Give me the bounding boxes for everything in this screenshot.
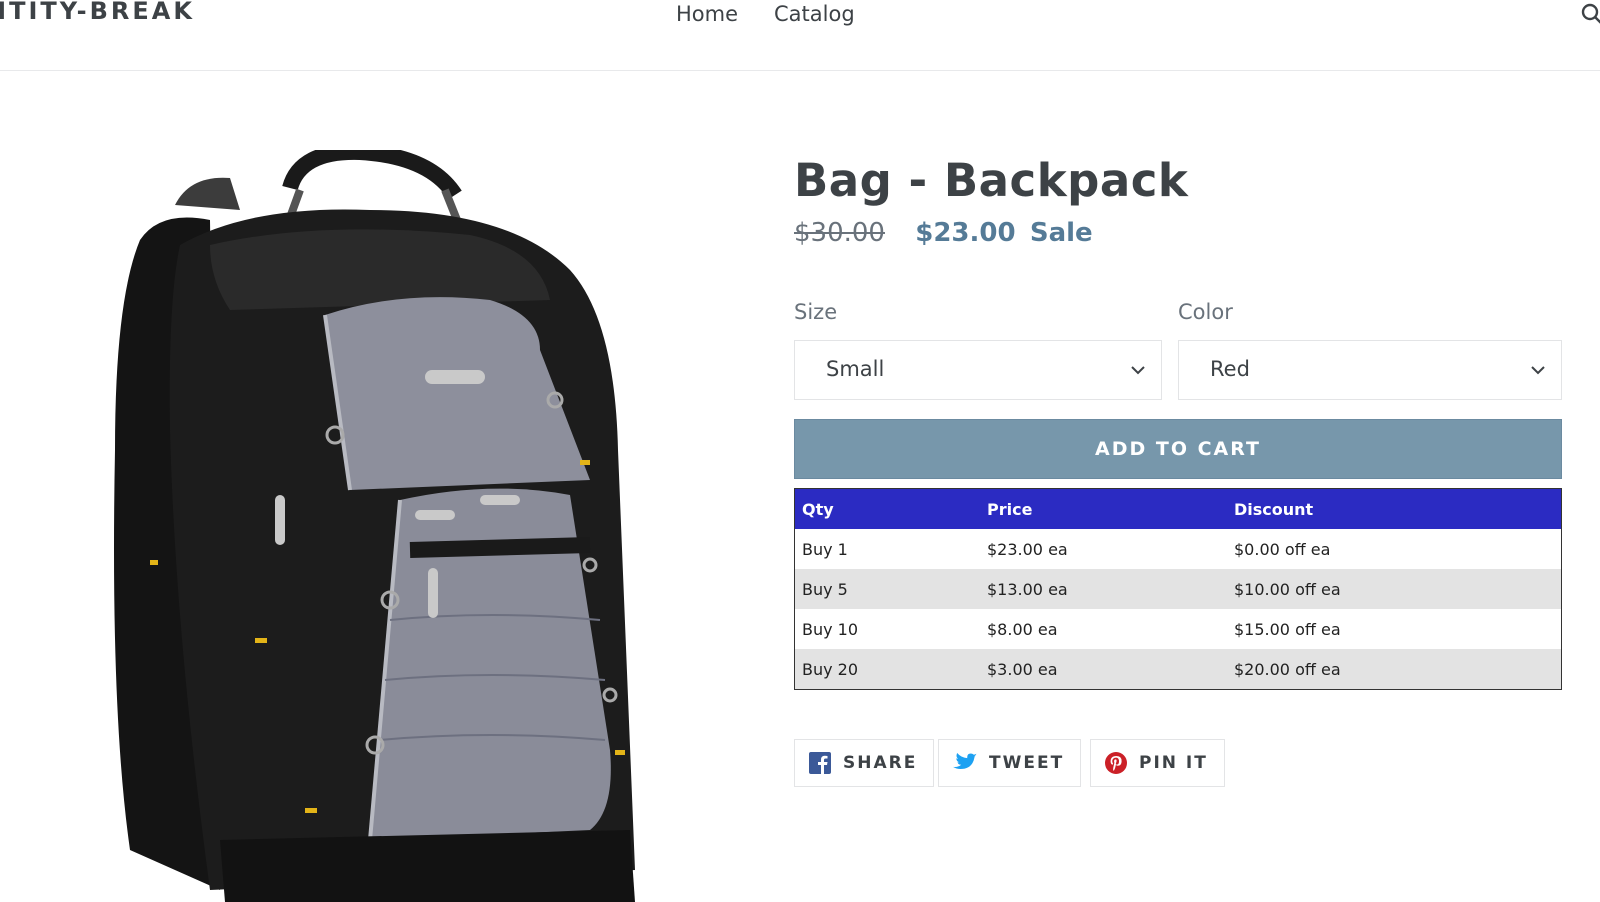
size-select-value: Small: [826, 357, 885, 381]
table-header-row: Qty Price Discount: [794, 488, 1562, 529]
color-label: Color: [1178, 300, 1233, 324]
qty-cell: Buy 1: [802, 539, 848, 559]
chevron-down-icon: [1131, 366, 1145, 375]
share-label: SHARE: [843, 753, 918, 773]
pin-it-button[interactable]: PIN IT: [1090, 739, 1225, 787]
site-logo[interactable]: NTITY-BREAK: [0, 0, 195, 25]
original-price: $30.00: [794, 218, 885, 248]
pin-it-label: PIN IT: [1139, 753, 1208, 773]
table-row: Buy 5 $13.00 ea $10.00 off ea: [794, 569, 1562, 609]
sale-label: Sale: [1029, 218, 1093, 248]
site-header: NTITY-BREAK Home Catalog: [0, 0, 1600, 71]
nav-home-link[interactable]: Home: [676, 0, 738, 28]
tweet-button[interactable]: TWEET: [938, 739, 1082, 787]
price-cell: $3.00 ea: [980, 649, 1227, 690]
twitter-icon: [953, 753, 977, 769]
table-row: Buy 1 $23.00 ea $0.00 off ea: [795, 529, 1562, 569]
sale-price: $23.00: [915, 218, 1016, 248]
column-header-qty: Qty: [794, 488, 980, 529]
search-icon[interactable]: [1580, 2, 1600, 26]
price-cell: $23.00 ea: [987, 539, 1068, 559]
table-row: Buy 10 $8.00 ea $15.00 off ea: [795, 609, 1562, 649]
size-select[interactable]: Small: [794, 340, 1162, 400]
color-select-value: Red: [1210, 357, 1250, 381]
quantity-discount-table: Qty Price Discount Buy 1 $23.00 ea $0.00…: [794, 488, 1562, 690]
price-cell: $8.00 ea: [987, 619, 1058, 639]
price-cell: $13.00 ea: [980, 569, 1227, 609]
discount-cell: $20.00 off ea: [1227, 649, 1562, 690]
color-select[interactable]: Red: [1178, 340, 1562, 400]
facebook-icon: [809, 752, 831, 774]
tweet-label: TWEET: [989, 753, 1065, 773]
pinterest-icon: [1105, 752, 1127, 774]
table-row: Buy 20 $3.00 ea $20.00 off ea: [794, 649, 1562, 690]
price-row: $30.00 $23.00 Sale: [794, 218, 1093, 248]
discount-cell: $15.00 off ea: [1234, 619, 1341, 639]
share-facebook-button[interactable]: SHARE: [794, 739, 935, 787]
chevron-down-icon: [1531, 366, 1545, 375]
product-image: [114, 150, 635, 902]
qty-cell: Buy 5: [794, 569, 980, 609]
product-title: Bag - Backpack: [794, 154, 1189, 207]
main-nav: Home Catalog: [676, 0, 855, 28]
size-label: Size: [794, 300, 838, 324]
nav-catalog-link[interactable]: Catalog: [774, 0, 855, 28]
discount-cell: $10.00 off ea: [1227, 569, 1562, 609]
column-header-discount: Discount: [1227, 488, 1562, 529]
qty-cell: Buy 20: [794, 649, 980, 690]
column-header-price: Price: [980, 488, 1227, 529]
discount-cell: $0.00 off ea: [1234, 539, 1331, 559]
qty-cell: Buy 10: [802, 619, 859, 639]
add-to-cart-button[interactable]: ADD TO CART: [794, 419, 1562, 479]
